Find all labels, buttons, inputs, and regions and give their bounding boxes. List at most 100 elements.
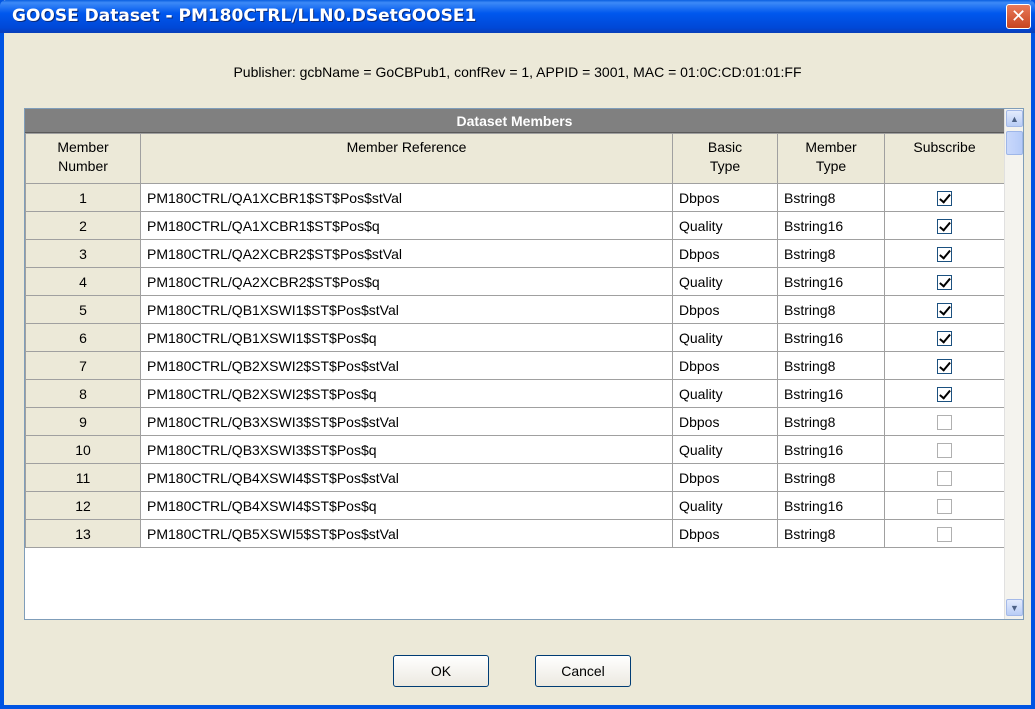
member-reference-cell[interactable]: PM180CTRL/QA2XCBR2$ST$Pos$stVal (140, 239, 673, 268)
subscribe-checkbox[interactable] (937, 414, 952, 430)
member-type-cell[interactable]: Bstring16 (777, 435, 885, 464)
member-reference-cell[interactable]: PM180CTRL/QB1XSWI1$ST$Pos$q (140, 323, 673, 352)
member-type-cell[interactable]: Bstring8 (777, 351, 885, 380)
scroll-thumb[interactable] (1006, 131, 1023, 155)
subscribe-checkbox[interactable] (937, 470, 952, 486)
member-reference-cell[interactable]: PM180CTRL/QB2XSWI2$ST$Pos$q (140, 379, 673, 408)
basic-type-cell[interactable]: Quality (672, 211, 778, 240)
subscribe-checkbox[interactable] (937, 526, 952, 542)
member-reference-cell[interactable]: PM180CTRL/QB4XSWI4$ST$Pos$stVal (140, 463, 673, 492)
subscribe-cell (884, 267, 1005, 296)
publisher-info: Publisher: gcbName = GoCBPub1, confRev =… (233, 64, 802, 80)
close-icon: ✕ (1010, 6, 1027, 26)
col-header-member-type[interactable]: Member Type (777, 133, 885, 184)
col-header-subscribe[interactable]: Subscribe (884, 133, 1005, 184)
member-number-cell: 2 (25, 211, 141, 240)
member-number-cell: 3 (25, 239, 141, 268)
ok-button[interactable]: OK (393, 655, 489, 687)
header-label: Member (805, 139, 857, 155)
basic-type-cell[interactable]: Quality (672, 267, 778, 296)
header-label: Member (57, 139, 109, 155)
member-type-cell[interactable]: Bstring8 (777, 463, 885, 492)
table-row[interactable]: 11 PM180CTRL/QB4XSWI4$ST$Pos$stVal Dbpos Bs… (25, 463, 1005, 492)
table-row[interactable]: 13 PM180CTRL/QB5XSWI5$ST$Pos$stVal Dbpos Bs… (25, 519, 1005, 548)
member-type-cell[interactable]: Bstring8 (777, 183, 885, 212)
scroll-up-button[interactable]: ▲ (1006, 110, 1023, 127)
member-reference-cell[interactable]: PM180CTRL/QB3XSWI3$ST$Pos$stVal (140, 407, 673, 436)
table-row[interactable]: 3 PM180CTRL/QA2XCBR2$ST$Pos$stVal Dbpos Bst… (25, 239, 1005, 268)
members-table-body: 1 PM180CTRL/QA1XCBR1$ST$Pos$stVal Dbpos Bst… (25, 183, 1005, 548)
subscribe-checkbox[interactable] (937, 442, 952, 458)
subscribe-checkbox[interactable] (937, 358, 952, 374)
member-type-cell[interactable]: Bstring16 (777, 267, 885, 296)
cancel-button[interactable]: Cancel (535, 655, 631, 687)
subscribe-checkbox[interactable] (937, 274, 952, 290)
table-row[interactable]: 1 PM180CTRL/QA1XCBR1$ST$Pos$stVal Dbpos Bst… (25, 183, 1005, 212)
table-header-row: Member Number Member Reference Basic Typ… (25, 133, 1005, 184)
subscribe-cell (884, 435, 1005, 464)
table-row[interactable]: 8 PM180CTRL/QB2XSWI2$ST$Pos$q Quality Bstri… (25, 379, 1005, 408)
col-header-member-number[interactable]: Member Number (25, 133, 141, 184)
scroll-down-button[interactable]: ▼ (1006, 599, 1023, 616)
member-reference-cell[interactable]: PM180CTRL/QA1XCBR1$ST$Pos$stVal (140, 183, 673, 212)
basic-type-cell[interactable]: Dbpos (672, 463, 778, 492)
subscribe-checkbox[interactable] (937, 386, 952, 402)
member-type-cell[interactable]: Bstring16 (777, 379, 885, 408)
title-bar[interactable]: GOOSE Dataset - PM180CTRL/LLN0.DSetGOOSE… (0, 0, 1035, 33)
dataset-members-grid: Dataset Members Member Number Member Ref… (24, 108, 1024, 620)
basic-type-cell[interactable]: Dbpos (672, 183, 778, 212)
member-reference-cell[interactable]: PM180CTRL/QB4XSWI4$ST$Pos$q (140, 491, 673, 520)
member-reference-cell[interactable]: PM180CTRL/QB3XSWI3$ST$Pos$q (140, 435, 673, 464)
member-type-cell[interactable]: Bstring8 (777, 519, 885, 548)
member-type-cell[interactable]: Bstring8 (777, 239, 885, 268)
basic-type-cell[interactable]: Quality (672, 435, 778, 464)
member-number-cell: 8 (25, 379, 141, 408)
vertical-scrollbar[interactable]: ▲ ▼ (1004, 109, 1023, 619)
basic-type-cell[interactable]: Quality (672, 491, 778, 520)
subscribe-checkbox[interactable] (937, 498, 952, 514)
basic-type-cell[interactable]: Dbpos (672, 351, 778, 380)
member-number-cell: 4 (25, 267, 141, 296)
subscribe-checkbox[interactable] (937, 246, 952, 262)
table-row[interactable]: 9 PM180CTRL/QB3XSWI3$ST$Pos$stVal Dbpos Bst… (25, 407, 1005, 436)
table-row[interactable]: 2 PM180CTRL/QA1XCBR1$ST$Pos$q Quality Bstri… (25, 211, 1005, 240)
basic-type-cell[interactable]: Dbpos (672, 519, 778, 548)
member-type-cell[interactable]: Bstring16 (777, 323, 885, 352)
close-button[interactable]: ✕ (1006, 4, 1031, 29)
member-reference-cell[interactable]: PM180CTRL/QA2XCBR2$ST$Pos$q (140, 267, 673, 296)
member-reference-cell[interactable]: PM180CTRL/QA1XCBR1$ST$Pos$q (140, 211, 673, 240)
subscribe-cell (884, 351, 1005, 380)
member-number-cell: 6 (25, 323, 141, 352)
table-row[interactable]: 12 PM180CTRL/QB4XSWI4$ST$Pos$q Quality Bstr… (25, 491, 1005, 520)
basic-type-cell[interactable]: Dbpos (672, 295, 778, 324)
table-row[interactable]: 7 PM180CTRL/QB2XSWI2$ST$Pos$stVal Dbpos Bst… (25, 351, 1005, 380)
subscribe-checkbox[interactable] (937, 190, 952, 206)
subscribe-cell (884, 183, 1005, 212)
subscribe-cell (884, 407, 1005, 436)
basic-type-cell[interactable]: Dbpos (672, 407, 778, 436)
table-row[interactable]: 6 PM180CTRL/QB1XSWI1$ST$Pos$q Quality Bstri… (25, 323, 1005, 352)
subscribe-checkbox[interactable] (937, 302, 952, 318)
table-row[interactable]: 5 PM180CTRL/QB1XSWI1$ST$Pos$stVal Dbpos Bst… (25, 295, 1005, 324)
member-number-cell: 11 (25, 463, 141, 492)
member-number-cell: 9 (25, 407, 141, 436)
member-reference-cell[interactable]: PM180CTRL/QB5XSWI5$ST$Pos$stVal (140, 519, 673, 548)
table-row[interactable]: 10 PM180CTRL/QB3XSWI3$ST$Pos$q Quality Bstr… (25, 435, 1005, 464)
member-type-cell[interactable]: Bstring8 (777, 407, 885, 436)
table-row[interactable]: 4 PM180CTRL/QA2XCBR2$ST$Pos$q Quality Bstri… (25, 267, 1005, 296)
subscribe-checkbox[interactable] (937, 218, 952, 234)
col-header-member-reference[interactable]: Member Reference (140, 133, 673, 184)
member-type-cell[interactable]: Bstring8 (777, 295, 885, 324)
member-reference-cell[interactable]: PM180CTRL/QB2XSWI2$ST$Pos$stVal (140, 351, 673, 380)
subscribe-checkbox[interactable] (937, 330, 952, 346)
member-reference-cell[interactable]: PM180CTRL/QB1XSWI1$ST$Pos$stVal (140, 295, 673, 324)
header-label: Basic (707, 139, 743, 155)
basic-type-cell[interactable]: Quality (672, 379, 778, 408)
col-header-basic-type[interactable]: Basic Type (672, 133, 778, 184)
member-type-cell[interactable]: Bstring16 (777, 491, 885, 520)
member-number-cell: 1 (25, 183, 141, 212)
header-label: Type (709, 158, 741, 174)
member-type-cell[interactable]: Bstring16 (777, 211, 885, 240)
basic-type-cell[interactable]: Quality (672, 323, 778, 352)
basic-type-cell[interactable]: Dbpos (672, 239, 778, 268)
